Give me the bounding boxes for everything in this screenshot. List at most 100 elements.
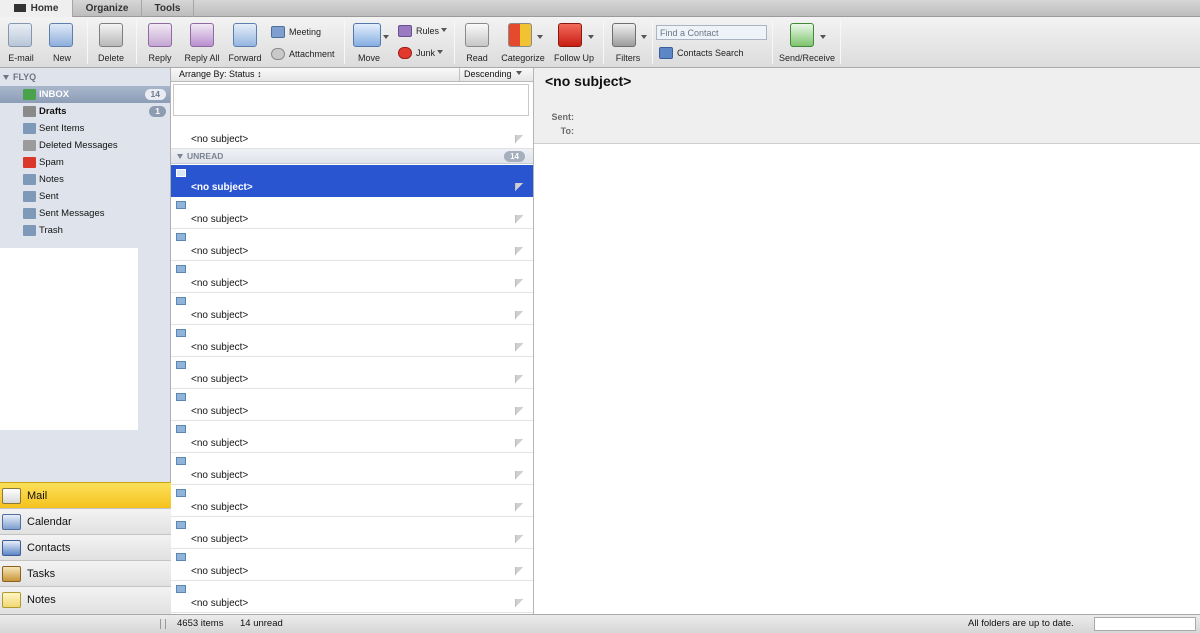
- tab-organize[interactable]: Organize: [73, 0, 142, 17]
- message-row[interactable]: <no subject>: [171, 517, 533, 549]
- spam-icon: [23, 157, 36, 168]
- folder-drafts[interactable]: Drafts 1: [0, 103, 170, 120]
- nav-tasks[interactable]: Tasks: [0, 560, 171, 586]
- folder-deleted-messages[interactable]: Deleted Messages: [0, 137, 170, 154]
- contacts-icon: [2, 540, 21, 556]
- message-row[interactable]: <no subject>: [171, 421, 533, 453]
- tab-tools[interactable]: Tools: [142, 0, 194, 17]
- categorize-button[interactable]: Categorize: [500, 21, 546, 67]
- move-folder-icon: [353, 23, 381, 47]
- resize-grip[interactable]: [160, 619, 166, 629]
- new-email-icon: [8, 23, 32, 47]
- folder-icon: [23, 123, 36, 134]
- contacts-search-button[interactable]: Contacts Search: [659, 47, 744, 59]
- nav-mail[interactable]: Mail: [0, 482, 171, 508]
- flag-icon[interactable]: [515, 183, 523, 191]
- new-button[interactable]: New: [44, 21, 80, 67]
- read-button[interactable]: Read: [460, 21, 494, 67]
- message-subject: <no subject>: [191, 598, 249, 609]
- ribbon-divider: [652, 20, 653, 64]
- list-item[interactable]: <no subject>: [171, 117, 533, 149]
- flag-icon[interactable]: [515, 279, 523, 287]
- message-row[interactable]: <no subject>: [171, 293, 533, 325]
- message-row[interactable]: <no subject>: [171, 357, 533, 389]
- follow-up-button[interactable]: Follow Up: [552, 21, 596, 67]
- nav-calendar[interactable]: Calendar: [0, 508, 171, 534]
- move-button[interactable]: Move: [349, 21, 389, 67]
- message-subject: <no subject>: [191, 214, 249, 225]
- message-row[interactable]: <no subject>: [171, 581, 533, 613]
- flag-icon[interactable]: [515, 135, 523, 143]
- group-count-badge: 14: [504, 151, 525, 162]
- send-receive-button[interactable]: Send/Receive: [778, 21, 836, 67]
- flag-icon[interactable]: [515, 375, 523, 383]
- sent-label: Sent:: [551, 112, 575, 122]
- status-bar: 4653 items 14 unread All folders are up …: [0, 614, 1200, 633]
- flag-icon[interactable]: [515, 567, 523, 575]
- flag-icon[interactable]: [515, 407, 523, 415]
- folder-icon: [23, 225, 36, 236]
- message-row[interactable]: <no subject>: [171, 549, 533, 581]
- message-row[interactable]: <no subject>: [171, 325, 533, 357]
- folder-sent-items[interactable]: Sent Items: [0, 120, 170, 137]
- folder-notes[interactable]: Notes: [0, 171, 170, 188]
- attachment-button[interactable]: Attachment: [271, 48, 335, 60]
- chevron-down-icon: [588, 35, 594, 39]
- flag-icon[interactable]: [515, 343, 523, 351]
- unread-envelope-icon: [176, 201, 186, 209]
- drafts-count-badge: 1: [149, 106, 166, 117]
- unread-envelope-icon: [176, 265, 186, 273]
- nav-contacts[interactable]: Contacts: [0, 534, 171, 560]
- unread-envelope-icon: [176, 297, 186, 305]
- filters-button[interactable]: Filters: [608, 21, 648, 67]
- flag-icon[interactable]: [515, 471, 523, 479]
- find-contact-input[interactable]: Find a Contact: [656, 25, 767, 40]
- message-row[interactable]: <no subject>: [171, 229, 533, 261]
- meeting-button[interactable]: Meeting: [271, 26, 321, 38]
- list-header: Arrange By: Status ↕ Descending: [171, 68, 533, 82]
- arrange-by-dropdown[interactable]: Arrange By: Status ↕: [179, 68, 262, 81]
- list-search-field[interactable]: [173, 84, 529, 116]
- flag-icon[interactable]: [515, 247, 523, 255]
- paperclip-icon: [271, 48, 285, 60]
- flag-icon[interactable]: [515, 439, 523, 447]
- folder-sent[interactable]: Sent: [0, 188, 170, 205]
- reply-all-button[interactable]: Reply All: [182, 21, 222, 67]
- tab-home[interactable]: Home: [0, 0, 73, 18]
- sort-order-dropdown[interactable]: Descending: [459, 68, 533, 81]
- flag-icon[interactable]: [515, 535, 523, 543]
- folder-trash[interactable]: Trash: [0, 222, 170, 239]
- sidebar-empty-area: [0, 248, 138, 430]
- message-row[interactable]: <no subject>: [171, 197, 533, 229]
- delete-button[interactable]: Delete: [94, 21, 128, 67]
- rules-icon: [398, 25, 412, 37]
- rules-button[interactable]: Rules: [398, 25, 448, 37]
- folder-sidebar: FLYQ INBOX 14 Drafts 1 Sent Items Deleted …: [0, 68, 171, 614]
- envelope-icon: [13, 4, 26, 12]
- flag-icon[interactable]: [515, 503, 523, 511]
- email-button[interactable]: E-mail: [3, 21, 39, 67]
- message-subject: <no subject>: [191, 406, 249, 417]
- flag-icon[interactable]: [515, 599, 523, 607]
- message-subject: <no subject>: [545, 73, 632, 89]
- unread-envelope-icon: [176, 425, 186, 433]
- message-row[interactable]: <no subject>: [171, 453, 533, 485]
- account-header[interactable]: FLYQ: [3, 72, 36, 82]
- message-row[interactable]: <no subject>: [171, 389, 533, 421]
- folder-spam[interactable]: Spam: [0, 154, 170, 171]
- tasks-clipboard-icon: [2, 566, 21, 582]
- forward-button[interactable]: Forward: [226, 21, 264, 67]
- junk-button[interactable]: Junk: [398, 47, 444, 59]
- message-row[interactable]: <no subject>: [171, 165, 533, 197]
- flag-icon[interactable]: [515, 311, 523, 319]
- message-row[interactable]: <no subject>: [171, 261, 533, 293]
- nav-notes[interactable]: Notes: [0, 586, 171, 614]
- flag-icon[interactable]: [515, 215, 523, 223]
- inbox-icon: [23, 89, 36, 100]
- reply-button[interactable]: Reply: [143, 21, 177, 67]
- folder-sent-messages[interactable]: Sent Messages: [0, 205, 170, 222]
- group-header-unread[interactable]: UNREAD 14: [171, 149, 533, 164]
- message-header: <no subject> Sent: To:: [534, 68, 1200, 144]
- folder-inbox[interactable]: INBOX 14: [0, 86, 170, 103]
- message-row[interactable]: <no subject>: [171, 485, 533, 517]
